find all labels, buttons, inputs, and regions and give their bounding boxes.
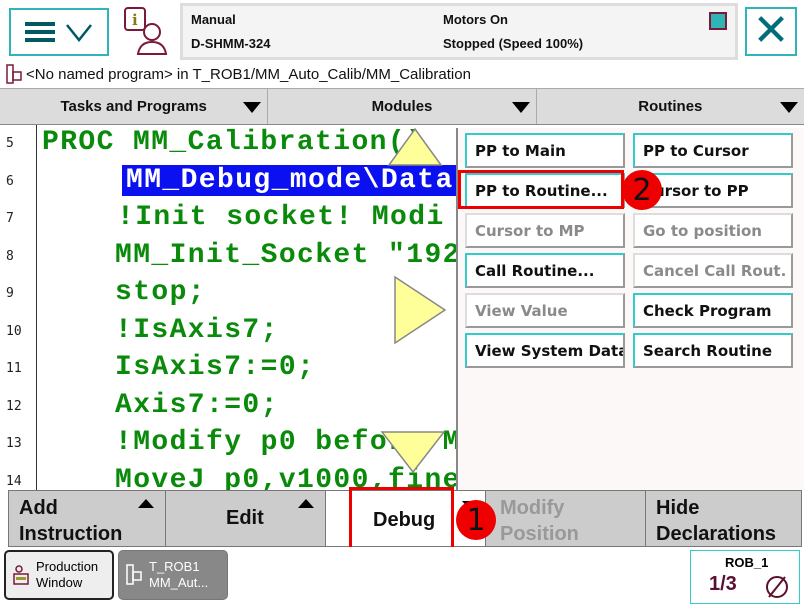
program-path: <No named program> in T_ROB1/MM_Auto_Cal… (6, 62, 471, 86)
robot-status-icon (709, 12, 727, 30)
program-icon (6, 64, 22, 84)
code-line[interactable]: PROC MM_Calibration() (42, 126, 424, 160)
dropdown-arrow-icon (511, 102, 530, 113)
task-label: Production (36, 559, 99, 574)
hamburger-icon (25, 18, 55, 46)
debug-menu-item-view-value[interactable]: View Value (465, 293, 625, 328)
line-number: 10 (6, 323, 22, 339)
up-arrow-icon (298, 499, 314, 508)
hide-declarations-button[interactable]: Hide Declarations (646, 491, 801, 546)
debug-menu-item-view-system-data[interactable]: View System Data (465, 333, 625, 368)
debug-menu-item-go-to-position[interactable]: Go to position (633, 213, 793, 248)
line-number: 11 (6, 361, 22, 376)
button-label: Declarations (656, 523, 777, 545)
dropdown-arrow-icon (243, 102, 262, 113)
dropdown-arrow-icon (779, 102, 798, 113)
svg-text:i: i (132, 11, 138, 29)
tab-tasks-and-programs[interactable]: Tasks and Programs (0, 89, 269, 124)
taskbar: Production Window T_ROB1 MM_Aut... ROB_1 1… (0, 547, 804, 605)
step-badge-2: 2 (622, 170, 662, 210)
button-label: Instruction (19, 523, 123, 545)
button-label: Modify (500, 497, 565, 519)
event-log-icon[interactable]: i (122, 6, 172, 56)
tab-modules[interactable]: Modules (268, 89, 537, 124)
line-number: 6 (6, 173, 14, 189)
operating-mode: Manual (191, 12, 236, 27)
status-bar: Manual D-SHMM-324 Motors On Stopped (Spe… (180, 3, 738, 60)
task-label: MM_Aut... (149, 575, 209, 590)
code-text: MM_Init_Socket "192 (115, 239, 460, 271)
tab-label: Tasks and Programs (60, 98, 207, 115)
speed-icon (766, 576, 788, 598)
chevron-down-icon (66, 24, 92, 42)
tab-label: Modules (371, 98, 433, 115)
debug-menu-item-pp-to-main[interactable]: PP to Main (465, 133, 625, 168)
button-label: Add (19, 497, 58, 519)
code-text: !IsAxis7; (115, 314, 279, 346)
line-number-gutter: 5 6 7 8 9 10 11 12 13 14 (0, 125, 37, 490)
highlight-pp-to-routine (458, 170, 624, 209)
code-line[interactable]: Axis7:=0; (115, 389, 279, 423)
button-label: Position (500, 523, 579, 545)
code-text: IsAxis7:=0; (115, 352, 316, 383)
button-label: Hide (656, 497, 700, 519)
button-label: Edit (226, 507, 264, 529)
editor-tabs: Tasks and Programs Modules Routines (0, 88, 804, 125)
robot-name: ROB_1 (725, 555, 769, 570)
debug-menu-item-pp-to-cursor[interactable]: PP to Cursor (633, 133, 793, 168)
system-name: D-SHMM-324 (191, 36, 271, 51)
motors-state: Motors On (443, 12, 508, 27)
code-line[interactable]: MM_Init_Socket "192 (115, 239, 460, 273)
line-number: 13 (6, 436, 22, 451)
line-number: 12 (6, 398, 22, 414)
program-icon (126, 564, 142, 585)
close-icon[interactable]: ✕ (745, 7, 797, 56)
path-text: <No named program> in T_ROB1/MM_Auto_Cal… (26, 65, 471, 83)
debug-menu-item-call-routine[interactable]: Call Routine... (465, 253, 625, 288)
line-number: 7 (6, 211, 14, 226)
debug-menu-item-cursor-to-mp[interactable]: Cursor to MP (465, 213, 625, 248)
up-arrow-icon (138, 499, 154, 508)
scroll-right-icon[interactable] (393, 275, 448, 345)
debug-menu-item-check-program[interactable]: Check Program (633, 293, 793, 328)
line-number: 5 (6, 136, 14, 151)
tab-label: Routines (638, 98, 703, 115)
debug-menu-item-cancel-call-rout[interactable]: Cancel Call Rout. (633, 253, 793, 288)
code-line[interactable]: IsAxis7:=0; (115, 351, 315, 385)
scroll-up-icon[interactable] (385, 127, 445, 167)
code-line[interactable]: !IsAxis7; (115, 314, 279, 348)
main-menu-button[interactable] (9, 8, 109, 56)
code-line[interactable]: !Init socket! Modi (117, 201, 445, 235)
add-instruction-button[interactable]: Add Instruction (9, 491, 166, 546)
task-label: T_ROB1 (149, 559, 200, 574)
production-window-button[interactable]: Production Window (4, 550, 114, 600)
tab-routines[interactable]: Routines (537, 89, 804, 124)
line-number: 9 (6, 286, 14, 301)
edit-button[interactable]: Edit (166, 491, 326, 546)
debug-menu-item-search-routine[interactable]: Search Routine (633, 333, 793, 368)
line-number: 8 (6, 248, 14, 264)
code-text: Axis7:=0; (115, 389, 279, 421)
step-badge-1: 1 (456, 500, 496, 540)
quickset-robot-button[interactable]: ROB_1 1/3 (690, 550, 800, 604)
scroll-down-icon[interactable] (380, 430, 446, 475)
code-line[interactable]: stop; (115, 276, 206, 310)
line-number: 14 (6, 473, 22, 489)
code-text: MM_Debug_mode\Data (122, 164, 458, 196)
production-window-icon (13, 565, 29, 585)
code-line[interactable]: MM_Debug_mode\Data (122, 164, 458, 198)
code-text: !Init socket! Modi (117, 202, 445, 233)
increment-indicator: 1/3 (709, 573, 737, 595)
code-editor[interactable]: 5 6 7 8 9 10 11 12 13 14 PROC MM_Calibration() MM_… (0, 125, 460, 490)
code-text: PROC MM_Calibration() (42, 127, 425, 158)
task-label: Window (36, 575, 83, 590)
highlight-debug (349, 487, 454, 552)
modify-position-button[interactable]: Modify Position (486, 491, 646, 546)
program-state: Stopped (Speed 100%) (443, 36, 584, 51)
code-text: stop; (115, 277, 207, 308)
program-editor-task-button[interactable]: T_ROB1 MM_Aut... (118, 550, 228, 600)
